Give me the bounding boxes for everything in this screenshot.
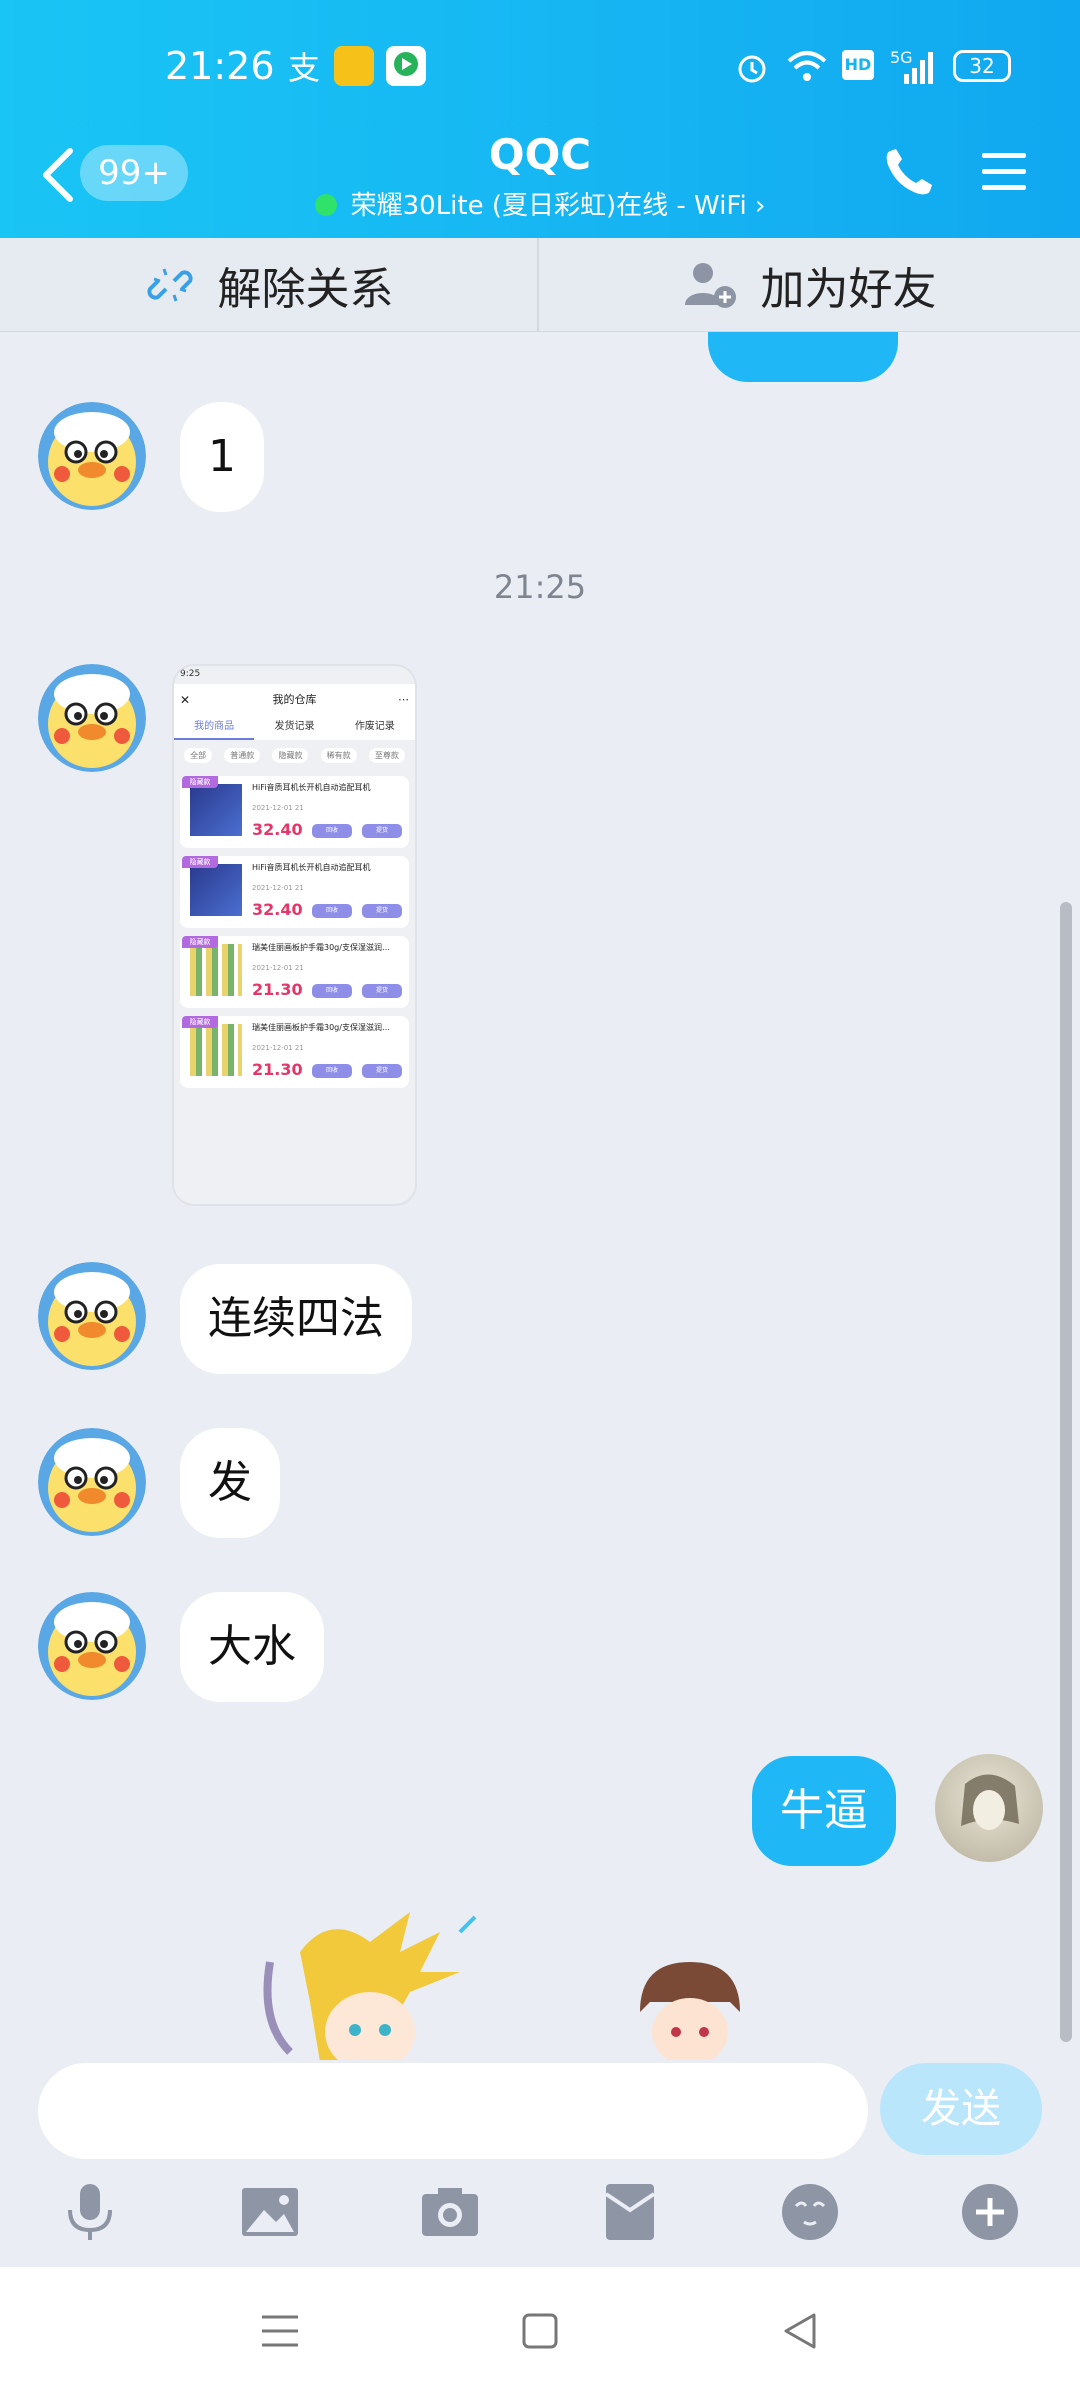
my-avatar[interactable] <box>935 1754 1043 1862</box>
my-message-bubble-partial[interactable] <box>708 332 898 382</box>
menu-icon[interactable] <box>978 145 1030 197</box>
thumb-list-item: 隐藏款 HiFi音质耳机长开机自动追配耳机 2021-12-01 21 32.4… <box>180 856 409 928</box>
thumb-status-bar: 9:25 <box>180 669 201 679</box>
signal-icon: 5G <box>890 48 934 86</box>
shared-image-message[interactable]: 9:25 ✕ 我的仓库 ⋯ 我的商品 发货记录 作废记录 全部 普通款 隐藏款 稀有款… <box>172 664 417 1206</box>
hd-icon: HD <box>842 50 874 80</box>
broken-link-icon <box>146 268 193 302</box>
thumb-list-item: 隐藏款 瑞美佳丽画板护手霜30g/支保湿滋润… 2021-12-01 21 21… <box>180 1016 409 1088</box>
message-input[interactable] <box>38 2063 868 2159</box>
emoji-icon[interactable] <box>778 2180 842 2244</box>
friend-avatar[interactable] <box>38 402 146 510</box>
video-app-icon <box>386 46 426 86</box>
thumb-title: ✕ 我的仓库 ⋯ <box>174 684 415 716</box>
status-time: 21:26 <box>165 44 275 88</box>
friend-avatar[interactable] <box>38 1428 146 1536</box>
thumb-list-item: 隐藏款 瑞美佳丽画板护手霜30g/支保湿滋润… 2021-12-01 21 21… <box>180 936 409 1008</box>
unbind-label: 解除关系 <box>217 264 394 315</box>
friend-avatar[interactable] <box>38 1592 146 1700</box>
camera-icon[interactable] <box>418 2180 482 2244</box>
friend-avatar[interactable] <box>38 664 146 772</box>
online-dot-icon <box>314 194 337 216</box>
red-packet-icon[interactable] <box>598 2180 662 2244</box>
image-icon[interactable] <box>238 2180 302 2244</box>
svg-text:支: 支 <box>288 49 320 86</box>
phone-icon[interactable] <box>880 145 936 201</box>
battery-icon: 32 <box>953 50 1011 82</box>
plus-icon[interactable] <box>958 2180 1022 2244</box>
thumb-close-icon: ✕ <box>180 693 191 707</box>
recent-apps-icon[interactable] <box>258 2309 302 2353</box>
message-bubble[interactable]: 连续四法 <box>180 1264 412 1374</box>
online-status-text: 荣耀30Lite (夏日彩虹)在线 - WiFi › <box>350 191 766 221</box>
scrollbar[interactable] <box>1060 902 1072 2042</box>
microphone-icon[interactable] <box>58 2180 122 2244</box>
animated-sticker[interactable] <box>260 1912 510 2060</box>
my-message-bubble[interactable]: 牛逼 <box>752 1756 896 1866</box>
message-bubble[interactable]: 大水 <box>180 1592 324 1702</box>
title-bar: 99+ QQC 荣耀30Lite (夏日彩虹)在线 - WiFi › <box>0 125 1080 225</box>
add-friend-label: 加为好友 <box>760 264 937 315</box>
send-button[interactable]: 发送 <box>880 2063 1042 2155</box>
unbind-button[interactable]: 解除关系 <box>0 238 539 332</box>
thumb-tabs: 我的商品 发货记录 作废记录 <box>174 716 415 740</box>
message-timestamp: 21:25 <box>493 568 587 606</box>
taxi-app-icon <box>334 46 374 86</box>
back-icon[interactable] <box>778 2309 822 2353</box>
add-user-icon <box>684 263 736 308</box>
alipay-icon: 支 <box>288 49 320 86</box>
thumb-filters: 全部 普通款 隐藏款 稀有款 至尊款 <box>174 740 415 770</box>
chat-message-list[interactable]: 1 21:25 9:25 ✕ 我的仓库 ⋯ 我的商品 发货记录 作废记录 全部普… <box>0 332 1080 2060</box>
wifi-icon <box>787 51 827 81</box>
chat-header: 21:26 支 HD 5G 32 99+ QQC 荣耀30Lite (夏日彩虹)… <box>0 0 1080 238</box>
message-bubble[interactable]: 1 <box>180 402 264 512</box>
animated-sticker[interactable] <box>620 1952 760 2060</box>
thumb-more-icon: ⋯ <box>398 693 409 706</box>
relationship-action-bar: 解除关系 加为好友 <box>0 238 1080 332</box>
alarm-icon <box>738 55 766 83</box>
thumb-list-item: 隐藏款 HiFi音质耳机长开机自动追配耳机 2021-12-01 21 32.4… <box>180 776 409 848</box>
message-bubble[interactable]: 发 <box>180 1428 280 1538</box>
friend-avatar[interactable] <box>38 1262 146 1370</box>
home-icon[interactable] <box>518 2309 562 2353</box>
add-friend-button[interactable]: 加为好友 <box>540 238 1079 332</box>
status-bar: 21:26 支 HD 5G 32 <box>0 40 1080 100</box>
system-navigation-bar <box>0 2267 1080 2400</box>
